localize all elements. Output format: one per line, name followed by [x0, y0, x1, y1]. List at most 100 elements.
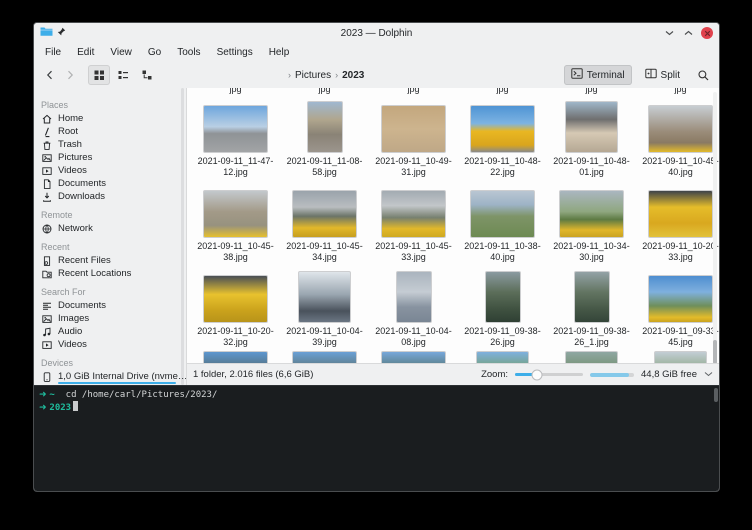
- file-label-clipped: jpg: [369, 88, 458, 95]
- sidebar-item-label: Root: [58, 126, 78, 137]
- file-item-clipped[interactable]: [280, 350, 369, 363]
- file-item[interactable]: 2021-09-11_10-45-40.jpg: [636, 95, 719, 180]
- menu-settings[interactable]: Settings: [210, 45, 260, 60]
- sidebar-item-recent-files[interactable]: Recent Files: [41, 254, 186, 267]
- breadcrumb-2023[interactable]: 2023: [342, 70, 364, 81]
- file-thumbnail: [470, 105, 535, 153]
- tree-view-button[interactable]: [136, 65, 158, 85]
- file-item[interactable]: 2021-09-11_10-45-34.jpg: [280, 180, 369, 265]
- sidebar-item-documents[interactable]: Documents: [41, 299, 186, 312]
- sidebar-item-root[interactable]: Root: [41, 125, 186, 138]
- sidebar-item-label: Recent Files: [58, 255, 111, 266]
- section-header-remote: Remote: [41, 207, 186, 222]
- titlebar[interactable]: 2023 — Dolphin: [34, 23, 719, 43]
- file-item[interactable]: 2021-09-11_10-48-22.jpg: [458, 95, 547, 180]
- file-item[interactable]: 2021-09-11_10-04-39.jpg: [280, 265, 369, 350]
- file-item[interactable]: 2021-09-11_10-45-33.jpg: [369, 180, 458, 265]
- chevron-down-icon[interactable]: [704, 369, 713, 380]
- file-name: 2021-09-11_10-49-31.jpg: [375, 156, 451, 177]
- thumbnail-wrap: [203, 265, 268, 323]
- menu-file[interactable]: File: [38, 45, 68, 60]
- file-item[interactable]: 2021-09-11_10-48-01.jpg: [547, 95, 636, 180]
- sidebar-item-label: Documents: [58, 178, 106, 189]
- menu-tools[interactable]: Tools: [170, 45, 207, 60]
- zoom-label: Zoom:: [481, 369, 508, 380]
- file-item-clipped[interactable]: [636, 350, 719, 363]
- sidebar-item-images[interactable]: Images: [41, 312, 186, 325]
- file-item[interactable]: 2021-09-11_10-49-31.jpg: [369, 95, 458, 180]
- details-view-button[interactable]: [112, 65, 134, 85]
- thumbnail-wrap: [654, 350, 707, 363]
- fileview-scrollbar-thumb[interactable]: [713, 340, 717, 363]
- file-item[interactable]: 2021-09-11_11-08-58.jpg: [280, 95, 369, 180]
- terminal-panel[interactable]: ➜ ~ cd /home/carl/Pictures/2023/➜ 2023: [34, 385, 719, 491]
- file-item[interactable]: 2021-09-11_10-04-08.jpg: [369, 265, 458, 350]
- breadcrumb-pictures[interactable]: Pictures: [295, 70, 331, 81]
- maximize-button[interactable]: [682, 27, 694, 39]
- file-name-line2: 33.jpg: [375, 252, 451, 263]
- terminal-toggle-button[interactable]: Terminal: [564, 65, 632, 85]
- file-label-clipped: jpg: [547, 88, 636, 95]
- file-name-line2: 34.jpg: [286, 252, 362, 263]
- sidebar-item-label: Documents: [58, 300, 106, 311]
- file-item[interactable]: 2021-09-11_10-20-33.jpg: [636, 180, 719, 265]
- file-item[interactable]: 2021-09-11_09-38-26.jpg: [458, 265, 547, 350]
- sidebar-item-trash[interactable]: Trash: [41, 138, 186, 151]
- file-name: 2021-09-11_10-45-38.jpg: [197, 241, 273, 262]
- places-panel: PlacesHomeRootTrashPicturesVideosDocumen…: [34, 88, 187, 385]
- sidebar-item-home[interactable]: Home: [41, 112, 186, 125]
- sidebar-item-audio[interactable]: Audio: [41, 325, 186, 338]
- terminal-scrollbar[interactable]: [714, 388, 718, 402]
- thumbnail-wrap: [485, 265, 521, 323]
- file-name-line1: 2021-09-11_09-38-: [553, 326, 629, 337]
- sidebar-item-label: Pictures: [58, 152, 92, 163]
- split-view-button[interactable]: Split: [638, 65, 687, 85]
- file-name: 2021-09-11_10-04-08.jpg: [375, 326, 451, 347]
- file-item[interactable]: 2021-09-11_10-20-32.jpg: [191, 265, 280, 350]
- menu-go[interactable]: Go: [141, 45, 168, 60]
- file-item[interactable]: 2021-09-11_09-33-45.jpg: [636, 265, 719, 350]
- file-item[interactable]: 2021-09-11_09-38-26_1.jpg: [547, 265, 636, 350]
- file-item-clipped[interactable]: [547, 350, 636, 363]
- thumbnail-wrap: [574, 265, 610, 323]
- thumbnail-wrap: [381, 95, 446, 153]
- file-item[interactable]: 2021-09-11_10-45-38.jpg: [191, 180, 280, 265]
- file-view[interactable]: jpgjpgjpgjpgjpgjpg 2021-09-11_11-47-12.j…: [187, 88, 719, 363]
- sidebar-item-videos[interactable]: Videos: [41, 338, 186, 351]
- back-button[interactable]: [40, 65, 60, 85]
- file-name-line1: 2021-09-11_10-48-: [464, 156, 540, 167]
- file-item[interactable]: 2021-09-11_10-34-30.jpg: [547, 180, 636, 265]
- thumbnail-wrap: [396, 265, 432, 323]
- file-item-clipped[interactable]: [369, 350, 458, 363]
- menu-edit[interactable]: Edit: [70, 45, 101, 60]
- search-icon[interactable]: [693, 65, 713, 85]
- menu-view[interactable]: View: [103, 45, 139, 60]
- main-toolbar: › Pictures › 2023 Terminal Split: [34, 62, 719, 88]
- sidebar-item-downloads[interactable]: Downloads: [41, 190, 186, 203]
- zoom-slider-handle[interactable]: [532, 369, 543, 380]
- file-thumbnail: [292, 190, 357, 238]
- sidebar-item-network[interactable]: Network: [41, 222, 186, 235]
- video-icon: [41, 339, 53, 351]
- close-button[interactable]: [701, 27, 713, 39]
- forward-button[interactable]: [60, 65, 80, 85]
- sidebar-item-videos[interactable]: Videos: [41, 164, 186, 177]
- root-icon: [41, 126, 53, 138]
- zoom-slider[interactable]: [515, 373, 583, 376]
- file-name-line2: 01.jpg: [553, 167, 629, 178]
- sidebar-item-label: Downloads: [58, 191, 105, 202]
- fileview-scrollbar-track[interactable]: [713, 92, 717, 359]
- file-item-clipped[interactable]: [191, 350, 280, 363]
- file-item-clipped[interactable]: [458, 350, 547, 363]
- sidebar-item-documents[interactable]: Documents: [41, 177, 186, 190]
- sidebar-item-1-0-gib-internal-drive-nvme[interactable]: 1,0 GiB Internal Drive (nvme…: [41, 370, 186, 383]
- thumbnail-wrap: [203, 350, 268, 363]
- file-item[interactable]: 2021-09-11_10-38-40.jpg: [458, 180, 547, 265]
- sidebar-item-recent-locations[interactable]: Recent Locations: [41, 267, 186, 280]
- file-item[interactable]: 2021-09-11_11-47-12.jpg: [191, 95, 280, 180]
- sidebar-item-pictures[interactable]: Pictures: [41, 151, 186, 164]
- thumbnail-wrap: [470, 180, 535, 238]
- icons-view-button[interactable]: [88, 65, 110, 85]
- minimize-button[interactable]: [663, 27, 675, 39]
- menu-help[interactable]: Help: [262, 45, 297, 60]
